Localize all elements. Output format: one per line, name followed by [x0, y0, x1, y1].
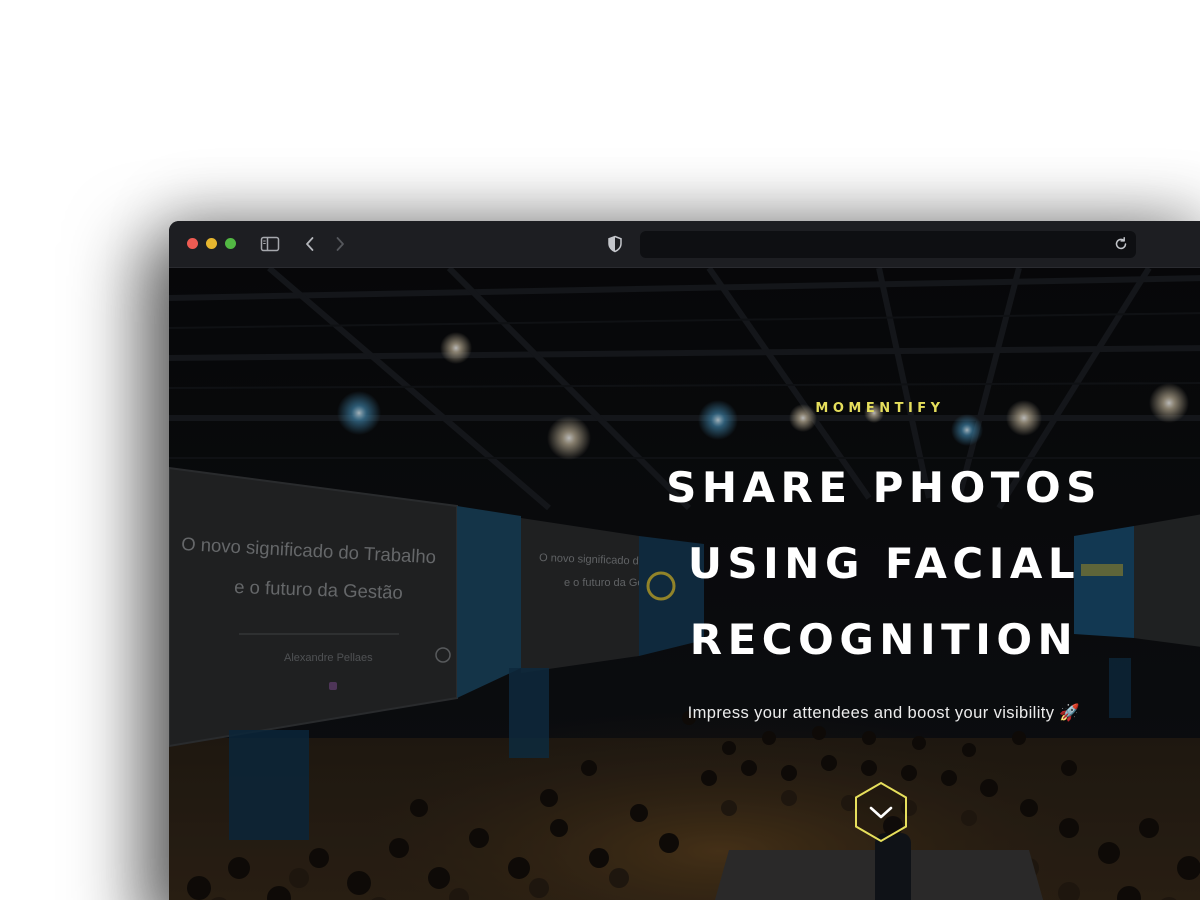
headline-line-1: SHARE PHOTOS	[666, 463, 1102, 512]
hero-headline: SHARE PHOTOS USING FACIAL RECOGNITION	[634, 450, 1134, 678]
chevron-left-icon[interactable]	[299, 233, 321, 255]
browser-window: O novo significado do Trabalho e o futur…	[169, 221, 1200, 900]
shield-icon[interactable]	[604, 233, 626, 255]
hero-section: O novo significado do Trabalho e o futur…	[169, 268, 1200, 900]
headline-line-3: RECOGNITION	[689, 615, 1079, 664]
reload-icon[interactable]	[1112, 235, 1130, 253]
brand-wordmark: MOMENTIFY	[815, 401, 945, 416]
chevron-right-icon[interactable]	[329, 233, 351, 255]
page-canvas: O novo significado do Trabalho e o futur…	[0, 0, 1200, 900]
address-bar[interactable]	[640, 231, 1136, 258]
scroll-down-button[interactable]	[853, 781, 909, 843]
close-window-button[interactable]	[187, 238, 198, 249]
browser-titlebar	[169, 221, 1200, 268]
hexagon-chevron-down-icon	[855, 781, 907, 843]
sidebar-toggle-icon[interactable]	[259, 233, 281, 255]
hero-subtitle: Impress your attendees and boost your vi…	[687, 704, 1081, 722]
minimize-window-button[interactable]	[206, 238, 217, 249]
headline-line-2: USING FACIAL	[687, 539, 1081, 588]
zoom-window-button[interactable]	[225, 238, 236, 249]
